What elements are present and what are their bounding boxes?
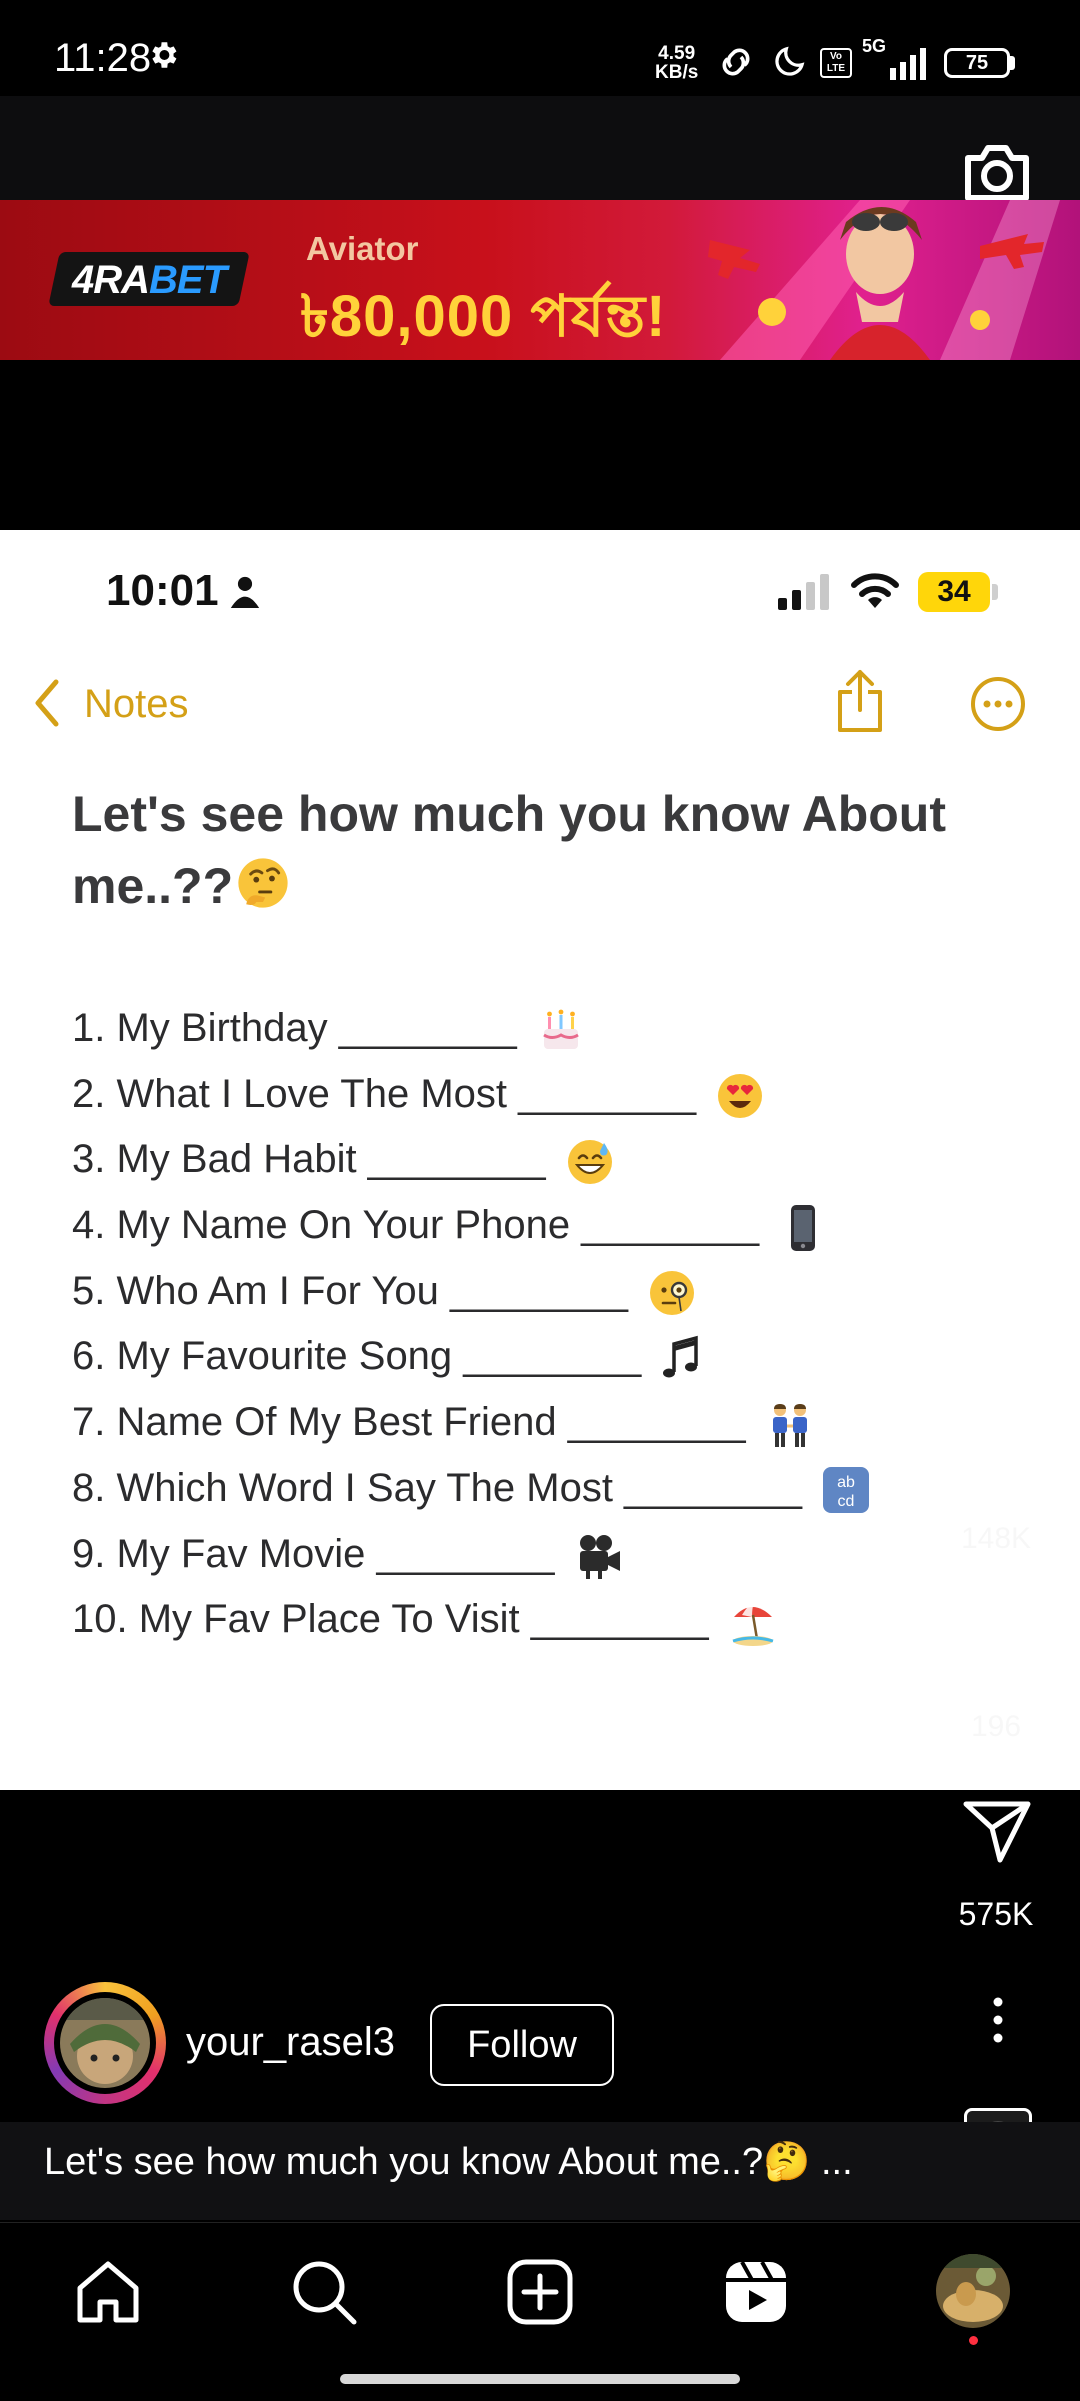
grinning-sweat-icon <box>567 1139 612 1184</box>
dnd-moon-icon <box>775 46 805 76</box>
wifi-icon <box>851 573 899 608</box>
profile-avatar-tab[interactable] <box>936 2254 1010 2328</box>
ad-banner[interactable]: 4RABET Aviator ৳80,000 পর্যন্ত! <box>0 200 1080 360</box>
notes-screenshot[interactable]: 10:01 34 Notes Let's see how much you kn… <box>0 530 1080 1790</box>
network-speed-unit: KB/s <box>655 62 699 83</box>
share-count: 575K <box>958 1896 1034 1932</box>
network-speed-value: 4.59 <box>658 43 696 64</box>
battery-icon <box>1010 56 1015 70</box>
ad-brand-text: 4RABET <box>64 258 234 303</box>
reel-header <box>0 96 1080 200</box>
reels-icon[interactable] <box>720 2256 792 2328</box>
list-item: 6. My Favourite Song ________ <box>72 1324 1052 1390</box>
ad-headline: ৳80,000 পর্যন্ত! <box>300 284 667 349</box>
like-heart-icon[interactable] <box>956 1418 1036 1490</box>
quiz-item-text: 2. What I Love The Most ________ <box>72 1071 697 1116</box>
list-item: 1. My Birthday ________ <box>72 996 1052 1062</box>
list-item: 10. My Fav Place To Visit ________ <box>72 1587 1052 1653</box>
like-count: 148K <box>960 1522 1032 1555</box>
quiz-item-text: 3. My Bad Habit ________ <box>72 1137 546 1182</box>
author-username[interactable]: your_rasel3 <box>186 2020 395 2065</box>
quiz-item-text: 4. My Name On Your Phone ________ <box>72 1203 760 1248</box>
reel-spacer <box>0 360 1080 530</box>
two-men-holding-hands-icon <box>772 1403 807 1447</box>
monocle-face-icon <box>650 1271 695 1316</box>
quiz-item-text: 7. Name Of My Best Friend ________ <box>72 1400 746 1445</box>
quiz-item-text: 9. My Fav Movie ________ <box>72 1531 555 1576</box>
list-item: 7. Name Of My Best Friend ________ <box>72 1390 1052 1456</box>
list-item: 3. My Bad Habit ________ <box>72 1127 1052 1193</box>
svg-text:cd: cd <box>838 1493 855 1510</box>
home-indicator-bar[interactable] <box>340 2374 740 2384</box>
mobile-phone-icon <box>791 1204 816 1251</box>
comment-bubble-icon[interactable] <box>956 1608 1036 1688</box>
comment-count: 196 <box>970 1710 1022 1743</box>
quiz-item-text: 8. Which Word I Say The Most ________ <box>72 1465 803 1510</box>
settings-gear-icon <box>152 42 177 68</box>
follow-button[interactable]: Follow <box>430 2004 614 2086</box>
back-to-notes-link[interactable]: Notes <box>84 682 189 727</box>
list-item: 4. My Name On Your Phone ________ <box>72 1193 1052 1259</box>
ad-aviator-illustration <box>708 200 1060 360</box>
create-post-icon[interactable] <box>504 2256 576 2328</box>
notification-dot <box>969 2336 978 2345</box>
person-icon <box>230 576 260 608</box>
movie-camera-icon <box>579 1534 620 1579</box>
quiz-item-text: 1. My Birthday ________ <box>72 1006 517 1050</box>
share-icon[interactable] <box>832 668 888 734</box>
quiz-item-text: 6. My Favourite Song ________ <box>72 1334 642 1379</box>
more-options-icon[interactable] <box>970 676 1026 732</box>
ios-time: 10:01 <box>106 566 219 615</box>
list-item: 8. Which Word I Say The Most ________ ab… <box>72 1456 1052 1522</box>
musical-notes-icon <box>663 1335 699 1378</box>
volte-badge: Vo LTE <box>820 48 852 78</box>
svg-text:ab: ab <box>837 1474 855 1491</box>
ios-battery-icon <box>992 584 998 600</box>
send-paper-plane-icon[interactable] <box>962 1798 1032 1864</box>
camera-icon[interactable] <box>962 140 1032 204</box>
abcd-symbol-icon: ab cd <box>823 1467 870 1514</box>
ad-brand-suffix: BET <box>149 258 227 302</box>
network-speed: 4.59 KB/s <box>655 44 698 82</box>
quiz-item-text: 5. Who Am I For You ________ <box>72 1268 628 1313</box>
search-icon[interactable] <box>288 2256 360 2328</box>
cell-signal-icon <box>890 48 926 80</box>
list-item: 2. What I Love The Most ________ <box>72 1062 1052 1128</box>
hotspot-link-icon <box>722 48 750 76</box>
thinking-face-icon <box>238 858 288 908</box>
ios-signal-icon <box>778 574 829 610</box>
quiz-list: 1. My Birthday ________ 2. What I Love T… <box>72 996 1052 1653</box>
more-vertical-icon[interactable] <box>984 1996 1012 2044</box>
back-chevron-icon[interactable] <box>32 678 62 728</box>
avatar[interactable] <box>60 1998 150 2088</box>
birthday-cake-icon <box>543 1010 579 1050</box>
list-item: 9. My Fav Movie ________ <box>72 1522 1052 1588</box>
note-title: Let's see how much you know About me..?? <box>72 778 972 922</box>
status-time: 11:28 <box>54 36 152 80</box>
list-item: 5. Who Am I For You ________ <box>72 1259 1052 1325</box>
heart-eyes-icon <box>718 1074 763 1119</box>
quiz-item-text: 10. My Fav Place To Visit ________ <box>72 1597 709 1642</box>
reel-caption[interactable]: Let's see how much you know About me..?🤔… <box>44 2140 924 2184</box>
home-icon[interactable] <box>72 2256 144 2328</box>
battery-level: 75 <box>944 48 1010 78</box>
ad-brand-prefix: 4RA <box>71 258 150 302</box>
note-title-text: Let's see how much you know About me..?? <box>72 786 946 914</box>
ad-subtitle: Aviator <box>306 230 419 267</box>
beach-umbrella-icon <box>732 1601 774 1646</box>
ios-battery: 34 <box>918 572 990 612</box>
